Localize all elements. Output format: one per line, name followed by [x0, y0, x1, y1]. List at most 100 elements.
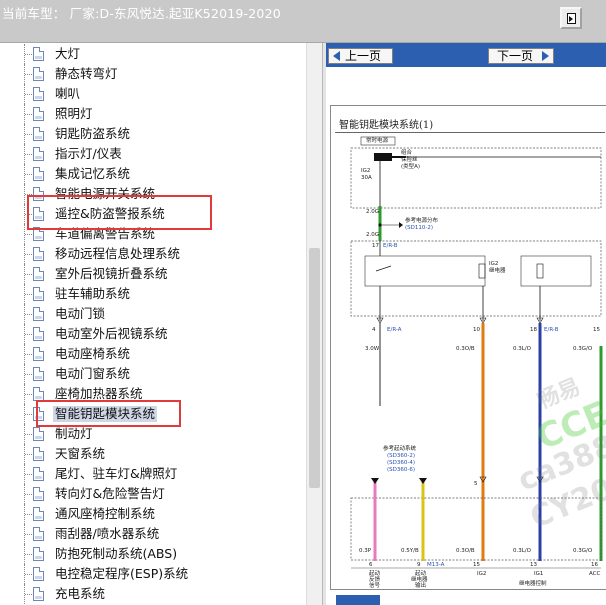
tree-item[interactable]: 移动远程信息处理系统: [0, 244, 300, 264]
relay-switch: [375, 265, 392, 272]
tree-item[interactable]: 电动室外后视镜系统: [0, 324, 300, 344]
document-icon: [33, 427, 44, 441]
tree-item-label: 集成记忆系统: [55, 166, 131, 181]
tree-item[interactable]: 天窗系统: [0, 444, 300, 464]
document-icon: [33, 487, 44, 501]
document-icon: [33, 247, 44, 261]
conn-erb-2: E/R-B: [544, 327, 559, 333]
lbl-ig2: IG2: [477, 571, 487, 577]
tree-item-label: 通风座椅控制系统: [55, 506, 156, 521]
tree-item-label: 移动远程信息处理系统: [55, 246, 181, 261]
conn-era: E/R-A: [387, 327, 402, 333]
wire-3p: 0.3P: [359, 548, 372, 554]
tree-item[interactable]: 驻车辅助系统: [0, 284, 300, 304]
lbl-relay-ctrl: 继电器控制: [519, 581, 547, 587]
document-icon: [33, 447, 44, 461]
relay-label-1: IG2: [489, 261, 499, 267]
document-icon: [33, 387, 44, 401]
start-out-3: 输出: [415, 583, 427, 589]
tree-item-label: 指示灯/仪表: [55, 146, 122, 161]
tree-branch-line: [25, 434, 32, 435]
tree-item[interactable]: 制动灯: [0, 424, 300, 444]
tree-branch-line: [25, 414, 32, 415]
document-icon: [33, 87, 44, 101]
tree-item-label: 充电系统: [55, 586, 106, 601]
document-icon: [33, 67, 44, 81]
tree-item[interactable]: 电控稳定程序(ESP)系统: [0, 564, 300, 584]
pin-b9: 9: [417, 562, 421, 568]
wire-go-1: 0.3G/O: [573, 346, 593, 352]
title-bar: 当前车型： 厂家:D-东风悦达.起亚K52019-2020: [0, 0, 606, 43]
conn-m13a: M13-A: [427, 562, 445, 568]
tree-item[interactable]: 喇叭: [0, 84, 300, 104]
tree-item[interactable]: 室外后视镜折叠系统: [0, 264, 300, 284]
document-icon: [33, 587, 44, 601]
pin-b13: 13: [530, 562, 537, 568]
jb-label-2: 保险丝: [401, 157, 418, 163]
document-icon: [33, 307, 44, 321]
tree-item[interactable]: 照明灯: [0, 104, 300, 124]
jb-label-3: (类型A): [401, 164, 421, 170]
document-icon: [33, 167, 44, 181]
tree-item-label: 雨刮器/喷水器系统: [55, 526, 160, 541]
wire-2g-a: 2.0G: [366, 209, 380, 215]
fuse-label-2: 30A: [361, 175, 372, 181]
tree-branch-line: [25, 314, 32, 315]
prev-page-label: 上一页: [345, 49, 382, 63]
ref-start-3: (SD360-6): [387, 467, 415, 473]
tree-scrollbar-thumb[interactable]: [309, 248, 320, 488]
fuse-label-1: IG2: [361, 168, 371, 174]
document-icon: [33, 327, 44, 341]
wire-5yb: 0.5Y/B: [401, 548, 419, 554]
tree-item-label: 电动室外后视镜系统: [55, 326, 168, 341]
tree-branch-line: [25, 74, 32, 75]
tree-item[interactable]: 大灯: [0, 44, 300, 64]
tree-item[interactable]: 电动座椅系统: [0, 344, 300, 364]
tree-branch-line: [25, 174, 32, 175]
tree-item-label: 室外后视镜折叠系统: [55, 266, 168, 281]
tree-item-label: 电动座椅系统: [55, 346, 131, 361]
tree-item-label: 静态转弯灯: [55, 66, 118, 81]
wire-lo-2: 0.3L/O: [513, 548, 531, 554]
tree-item[interactable]: 转向灯&危险警告灯: [0, 484, 300, 504]
next-page-button[interactable]: 下一页: [488, 48, 554, 64]
document-icon: [33, 547, 44, 561]
bottom-tab[interactable]: [336, 595, 380, 605]
tree-item-label: 天窗系统: [55, 446, 106, 461]
tree-item[interactable]: 充电系统: [0, 584, 300, 604]
wiring-diagram: 智能钥匙模块系统(1) 常时电源 组合 保险丝 (类型A) IG2 30A 2.…: [330, 105, 606, 590]
tree-item[interactable]: 电动门锁: [0, 304, 300, 324]
tree-branch-line: [25, 274, 32, 275]
document-icon: [33, 47, 44, 61]
tree-item[interactable]: 钥匙防盗系统: [0, 124, 300, 144]
document-icon: [33, 367, 44, 381]
tree-item[interactable]: 集成记忆系统: [0, 164, 300, 184]
tree-branch-line: [25, 374, 32, 375]
wire-go-2: 0.3G/O: [573, 548, 593, 554]
tree-branch-line: [25, 474, 32, 475]
document-icon: [33, 527, 44, 541]
tree-item[interactable]: 通风座椅控制系统: [0, 504, 300, 524]
tree-branch-line: [25, 594, 32, 595]
tree-branch-line: [25, 254, 32, 255]
tree-item[interactable]: 雨刮器/喷水器系统: [0, 524, 300, 544]
tree-scrollbar[interactable]: [306, 43, 323, 605]
tree-branch-line: [25, 394, 32, 395]
ref-power-label: 参考电源分布: [405, 218, 439, 224]
prev-page-button[interactable]: 上一页: [328, 48, 393, 64]
tree-item[interactable]: 指示灯/仪表: [0, 144, 300, 164]
tree-item[interactable]: 防抱死制动系统(ABS): [0, 544, 300, 564]
ref-start-label: 参考起动系统: [383, 446, 417, 452]
ref-power-code: (SD110-2): [405, 225, 433, 231]
start-fb-3: 信号: [369, 583, 381, 589]
pin-b15: 15: [473, 562, 480, 568]
tree-item[interactable]: 尾灯、驻车灯&牌照灯: [0, 464, 300, 484]
document-icon: [33, 267, 44, 281]
pin-b6: 6: [369, 562, 373, 568]
wire-2g-b: 2.0G: [366, 232, 380, 238]
tree-item[interactable]: 电动门窗系统: [0, 364, 300, 384]
exit-button[interactable]: [560, 7, 582, 29]
document-icon: [33, 127, 44, 141]
tree-branch-line: [25, 94, 32, 95]
tree-item[interactable]: 静态转弯灯: [0, 64, 300, 84]
